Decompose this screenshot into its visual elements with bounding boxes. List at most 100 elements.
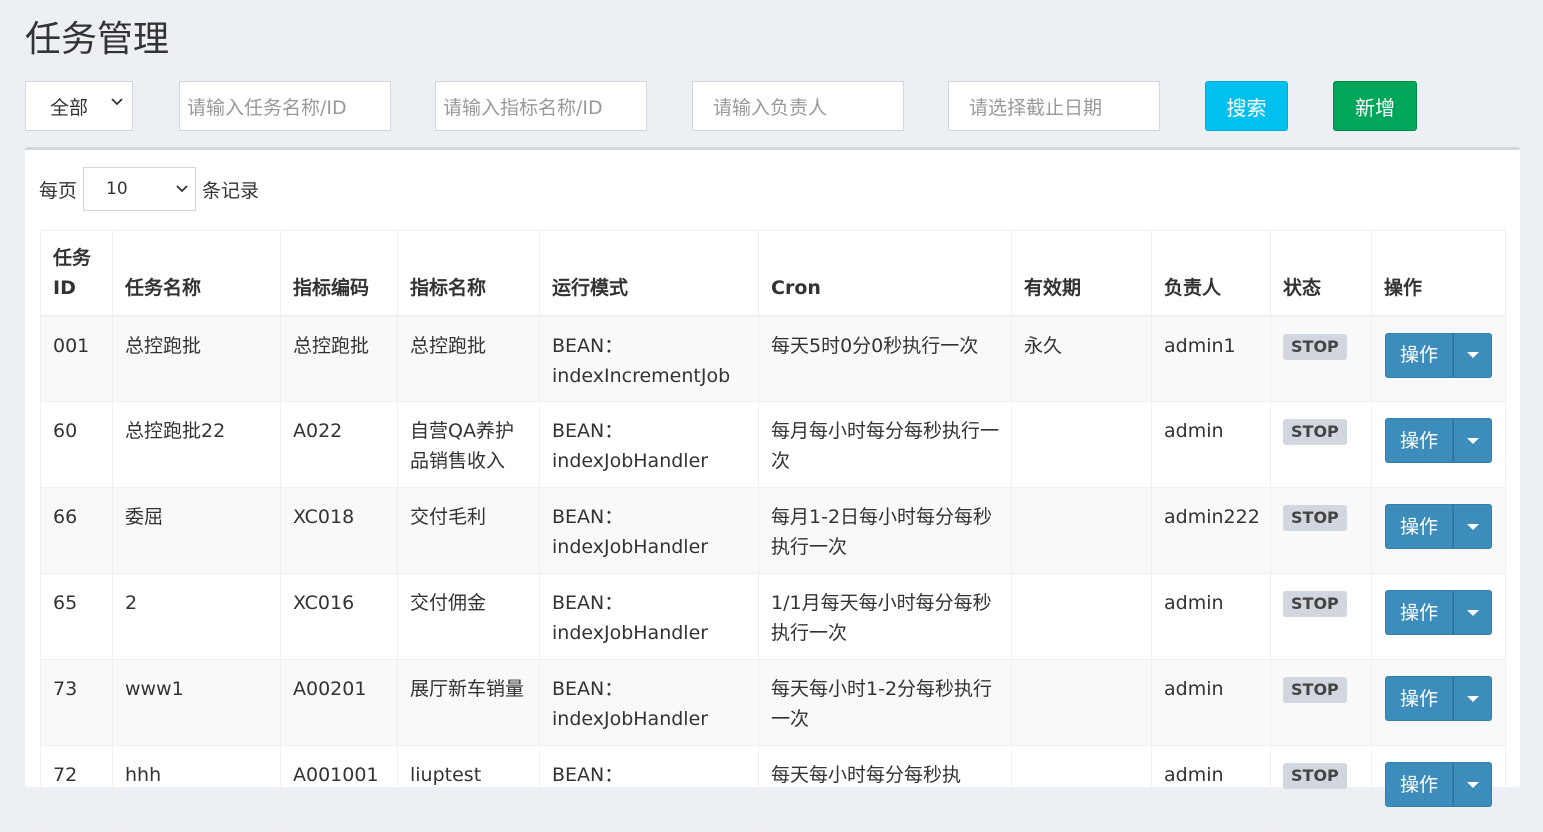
status-badge: STOP: [1283, 333, 1347, 360]
caret-down-icon: [1466, 781, 1479, 788]
caret-down-icon: [1466, 437, 1479, 444]
cell-validity: 永久: [1011, 315, 1152, 402]
page-size-prefix: 每页: [39, 179, 78, 202]
action-button-group: 操作: [1385, 504, 1492, 549]
task-list-panel: 每页 10 条记录 任务ID 任务名称 指标编码 指标名称 运行模式 Cron …: [25, 147, 1520, 832]
caret-down-icon: [1466, 352, 1479, 358]
action-dropdown-toggle[interactable]: [1453, 676, 1492, 721]
action-dropdown-toggle[interactable]: [1453, 504, 1492, 549]
cell-status: STOP: [1270, 659, 1372, 746]
cell-validity: [1011, 401, 1152, 488]
header-task-name[interactable]: 任务名称: [112, 230, 281, 317]
cell-run-mode: BEAN：: [539, 745, 759, 832]
cell-status: STOP: [1270, 745, 1372, 832]
header-owner[interactable]: 负责人: [1151, 230, 1271, 317]
cell-run-mode: BEAN：indexIncrementJob: [539, 315, 759, 402]
cell-owner: admin: [1151, 573, 1271, 660]
caret-down-icon: [1466, 609, 1479, 616]
header-task-id[interactable]: 任务ID: [40, 230, 113, 317]
table-row: 72 hhh A001001 liuptest BEAN： 每天每小时每分每秒执…: [40, 745, 1506, 832]
cell-indicator-name: 自营QA养护品销售收入: [397, 401, 540, 488]
cell-run-mode: BEAN：indexJobHandler: [539, 573, 759, 660]
action-button[interactable]: 操作: [1385, 418, 1453, 463]
cell-task-name: hhh: [112, 745, 281, 832]
task-search-input[interactable]: 请输入任务名称/ID: [179, 81, 391, 131]
cell-indicator-code: 总控跑批: [280, 315, 398, 402]
action-button[interactable]: 操作: [1385, 504, 1453, 549]
header-status[interactable]: 状态: [1270, 230, 1372, 317]
date-picker-input[interactable]: 请选择截止日期: [948, 81, 1160, 131]
cell-run-mode: BEAN：indexJobHandler: [539, 401, 759, 488]
indicator-search-input[interactable]: 请输入指标名称/ID: [435, 81, 647, 131]
header-indicator-name[interactable]: 指标名称: [397, 230, 540, 317]
cell-cron: 1/1月每天每小时每分每秒执行一次: [758, 573, 1012, 660]
cell-task-name: 委屈: [112, 487, 281, 574]
owner-search-input[interactable]: 请输入负责人: [692, 81, 904, 131]
action-button-group: 操作: [1385, 418, 1492, 463]
cell-task-id: 73: [40, 659, 113, 746]
cell-task-id: 66: [40, 487, 113, 574]
header-indicator-code[interactable]: 指标编码: [280, 230, 398, 317]
action-button-group: 操作: [1385, 762, 1492, 807]
indicator-search-placeholder: 请输入指标名称/ID: [443, 96, 603, 119]
cell-indicator-code: A022: [280, 401, 398, 488]
cell-run-mode: BEAN：indexJobHandler: [539, 659, 759, 746]
table-row: 65 2 XC016 交付佣金 BEAN：indexJobHandler 1/1…: [40, 573, 1506, 660]
header-validity[interactable]: 有效期: [1011, 230, 1152, 317]
action-button-group: 操作: [1385, 590, 1492, 635]
cell-status: STOP: [1270, 573, 1372, 660]
cell-task-id: 001: [40, 315, 113, 402]
cell-status: STOP: [1270, 315, 1372, 402]
caret-down-icon: [1466, 523, 1479, 530]
cell-validity: [1011, 487, 1152, 574]
page-size-select[interactable]: 10: [83, 167, 197, 211]
action-button[interactable]: 操作: [1385, 332, 1453, 378]
action-button[interactable]: 操作: [1385, 762, 1453, 807]
date-picker-placeholder: 请选择截止日期: [969, 96, 1103, 119]
page-size-control: 每页 10 条记录: [39, 167, 259, 211]
cell-validity: [1011, 573, 1152, 660]
table-header-row: 任务ID 任务名称 指标编码 指标名称 运行模式 Cron 有效期 负责人 状态…: [40, 230, 1506, 317]
cell-run-mode: BEAN：indexJobHandler: [539, 487, 759, 574]
header-cron[interactable]: Cron: [758, 230, 1012, 317]
page-size-suffix: 条记录: [202, 179, 260, 202]
cell-indicator-name: 交付佣金: [397, 573, 540, 660]
cell-task-name: 总控跑批22: [112, 401, 281, 488]
action-button-group: 操作: [1385, 676, 1492, 721]
header-actions: 操作: [1371, 230, 1506, 317]
action-dropdown-toggle[interactable]: [1453, 332, 1492, 378]
caret-down-icon: [1466, 695, 1479, 702]
status-select[interactable]: 全部: [25, 81, 133, 131]
cell-task-id: 60: [40, 401, 113, 488]
action-button[interactable]: 操作: [1385, 676, 1453, 721]
chevron-down-icon: [176, 185, 188, 193]
cell-indicator-name: 展厅新车销量: [397, 659, 540, 746]
add-button[interactable]: 新增: [1333, 81, 1417, 131]
chevron-down-icon: [111, 98, 123, 106]
status-badge: STOP: [1283, 591, 1347, 617]
cell-actions: 操作: [1371, 487, 1506, 574]
cell-cron: 每月每小时每分每秒执行一次: [758, 401, 1012, 488]
owner-search-placeholder: 请输入负责人: [713, 96, 828, 119]
cell-status: STOP: [1270, 487, 1372, 574]
cell-cron: 每月1-2日每小时每分每秒执行一次: [758, 487, 1012, 574]
table-row: 001 总控跑批 总控跑批 总控跑批 BEAN：indexIncrementJo…: [40, 315, 1506, 402]
status-badge: STOP: [1283, 677, 1347, 703]
cell-task-id: 65: [40, 573, 113, 660]
search-button[interactable]: 搜索: [1205, 81, 1288, 131]
cell-validity: [1011, 745, 1152, 832]
table-row: 73 www1 A00201 展厅新车销量 BEAN：indexJobHandl…: [40, 659, 1506, 746]
action-dropdown-toggle[interactable]: [1453, 762, 1492, 807]
cell-task-name: 总控跑批: [112, 315, 281, 402]
action-dropdown-toggle[interactable]: [1453, 418, 1492, 463]
cell-cron: 每天5时0分0秒执行一次: [758, 315, 1012, 402]
cell-owner: admin: [1151, 401, 1271, 488]
cell-task-name: www1: [112, 659, 281, 746]
action-dropdown-toggle[interactable]: [1453, 590, 1492, 635]
header-run-mode[interactable]: 运行模式: [539, 230, 759, 317]
cell-validity: [1011, 659, 1152, 746]
action-button[interactable]: 操作: [1385, 590, 1453, 635]
cell-actions: 操作: [1371, 401, 1506, 488]
filter-bar: 全部 请输入任务名称/ID 请输入指标名称/ID 请输入负责人 请选择截止日期 …: [0, 0, 1543, 140]
table-row: 66 委屈 XC018 交付毛利 BEAN：indexJobHandler 每月…: [40, 487, 1506, 574]
